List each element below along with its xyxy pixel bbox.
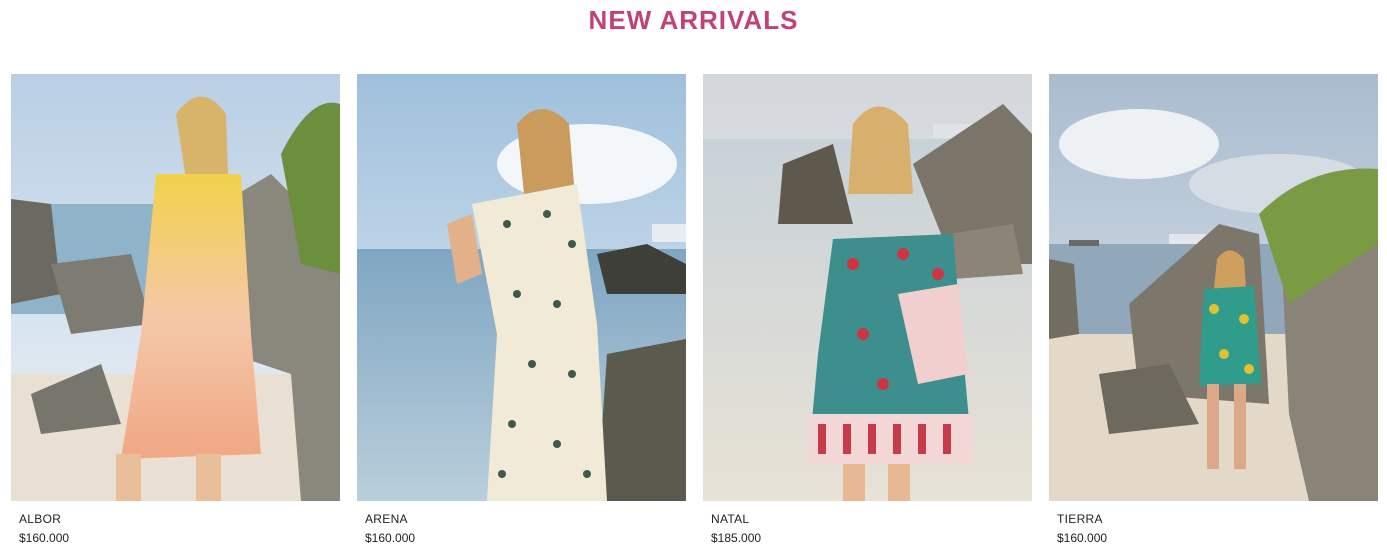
product-price: $160.000: [1057, 531, 1108, 545]
product-card-arena[interactable]: ARENA $160.000: [357, 74, 686, 545]
product-card-natal[interactable]: NATAL $185.000: [703, 74, 1032, 545]
product-price: $185.000: [711, 531, 762, 545]
product-name[interactable]: ALBOR: [19, 512, 340, 526]
product-grid: ALBOR $160.000 ARENA $160.000 NATAL $185…: [11, 74, 1378, 545]
product-card-albor[interactable]: ALBOR $160.000: [11, 74, 340, 545]
product-price: $160.000: [365, 531, 416, 545]
product-image[interactable]: [11, 74, 340, 501]
product-image[interactable]: [703, 74, 1032, 501]
product-card-tierra[interactable]: TIERRA $160.000: [1049, 74, 1378, 545]
product-name[interactable]: NATAL: [711, 512, 1032, 526]
product-name[interactable]: ARENA: [365, 512, 686, 526]
section-title: NEW ARRIVALS: [588, 5, 799, 35]
product-price: $160.000: [19, 531, 70, 545]
product-name[interactable]: TIERRA: [1057, 512, 1378, 526]
product-image[interactable]: [357, 74, 686, 501]
product-image[interactable]: [1049, 74, 1378, 501]
